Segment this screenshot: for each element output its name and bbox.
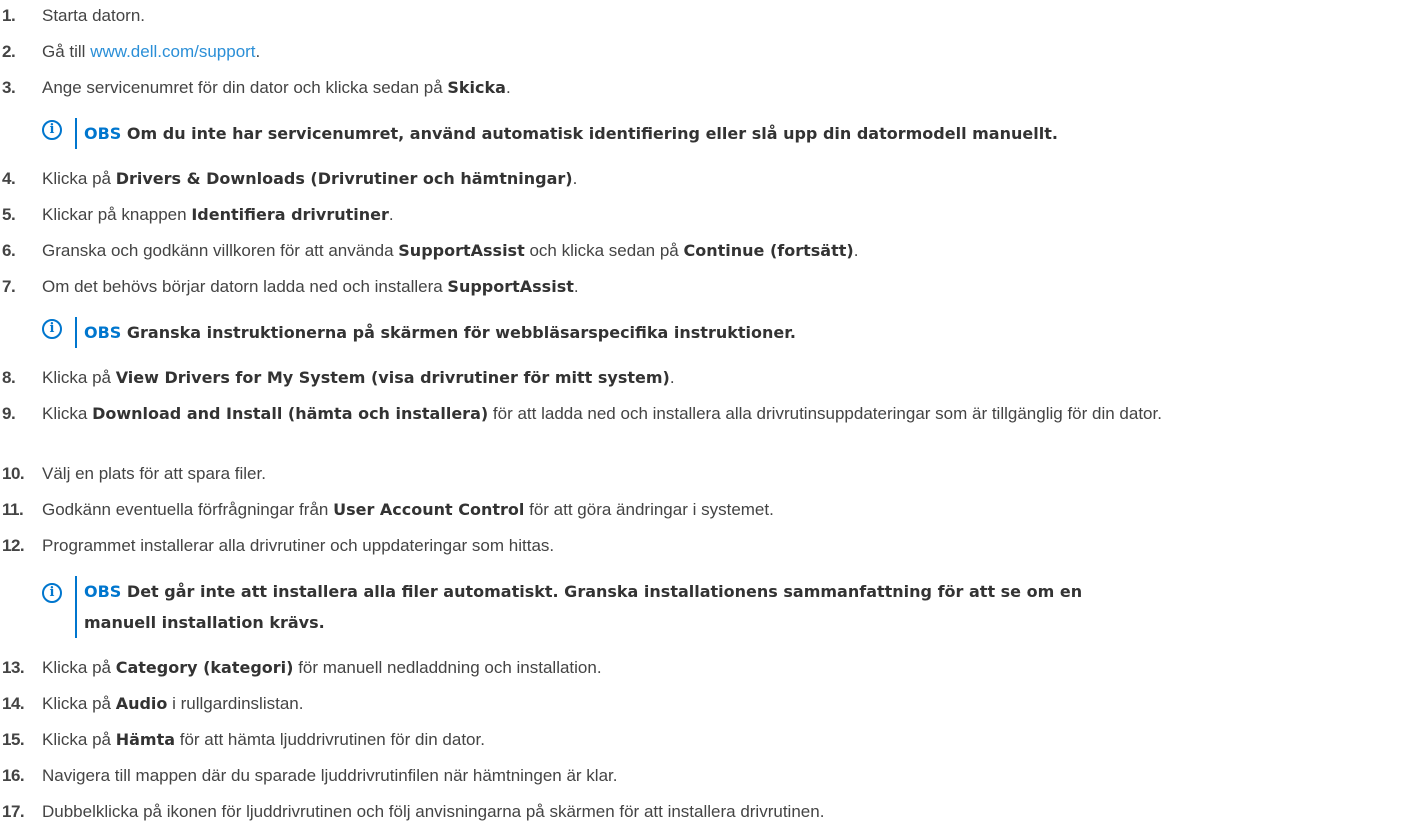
step-number: 3. bbox=[2, 78, 16, 97]
note-divider bbox=[75, 576, 77, 638]
note-browser-instructions: i OBS Granska instruktionerna på skärmen… bbox=[42, 317, 1392, 348]
step-number: 13. bbox=[2, 658, 25, 677]
step-text: Klicka Download and Install (hämta och i… bbox=[42, 404, 1162, 423]
note-text: OBS Granska instruktionerna på skärmen f… bbox=[84, 323, 796, 342]
step-text: Ange servicenumret för din dator och kli… bbox=[42, 78, 511, 97]
step-number: 4. bbox=[2, 169, 16, 188]
step-number: 7. bbox=[2, 277, 16, 296]
info-icon: i bbox=[42, 583, 62, 603]
step-number: 10. bbox=[2, 464, 25, 483]
dell-support-link[interactable]: www.dell.com/support bbox=[90, 42, 255, 61]
step-number: 8. bbox=[2, 368, 16, 387]
note-service-tag: i OBS Om du inte har servicenumret, anvä… bbox=[42, 118, 1392, 149]
step-number: 15. bbox=[2, 730, 25, 749]
step-text: Klicka på Drivers & Downloads (Drivrutin… bbox=[42, 169, 578, 188]
step-number: 6. bbox=[2, 241, 16, 260]
note-divider bbox=[75, 118, 77, 149]
step-text: Klickar på knappen Identifiera drivrutin… bbox=[42, 205, 394, 224]
note-text: OBS Om du inte har servicenumret, använd… bbox=[84, 124, 1058, 143]
step-number: 2. bbox=[2, 42, 16, 61]
step-text: Om det behövs börjar datorn ladda ned oc… bbox=[42, 277, 579, 296]
step-text: Granska och godkänn villkoren för att an… bbox=[42, 241, 859, 260]
step-text: Klicka på Category (kategori) för manuel… bbox=[42, 658, 602, 677]
step-text: Navigera till mappen där du sparade ljud… bbox=[42, 766, 618, 785]
step-text: Programmet installerar alla drivrutiner … bbox=[42, 536, 555, 555]
note-label: OBS bbox=[84, 124, 122, 143]
step-number: 14. bbox=[2, 694, 25, 713]
step-text: Gå till www.dell.com/support. bbox=[42, 42, 261, 61]
note-manual-install: i OBS Det går inte att installera alla f… bbox=[42, 576, 1392, 638]
note-divider bbox=[75, 317, 77, 348]
step-text: Starta datorn. bbox=[42, 6, 146, 25]
step-number: 5. bbox=[2, 205, 16, 224]
step-text: Klicka på Hämta för att hämta ljuddrivru… bbox=[42, 730, 485, 749]
info-icon: i bbox=[42, 319, 62, 339]
step-number: 9. bbox=[2, 404, 16, 423]
note-label: OBS bbox=[84, 323, 122, 342]
note-text: OBS Det går inte att installera alla fil… bbox=[84, 582, 1083, 632]
step-text: Klicka på Audio i rullgardinslistan. bbox=[42, 694, 304, 713]
step-number: 12. bbox=[2, 536, 25, 555]
step-number: 1. bbox=[2, 6, 16, 25]
info-icon: i bbox=[42, 120, 62, 140]
step-number: 17. bbox=[2, 802, 25, 821]
step-text: Dubbelklicka på ikonen för ljuddrivrutin… bbox=[42, 802, 825, 821]
note-label: OBS bbox=[84, 582, 122, 601]
step-text: Godkänn eventuella förfrågningar från Us… bbox=[42, 500, 774, 519]
step-number: 11. bbox=[2, 500, 24, 519]
step-text: Välj en plats för att spara filer. bbox=[42, 464, 266, 483]
step-text: Klicka på View Drivers for My System (vi… bbox=[42, 368, 675, 387]
driver-install-instructions: 1. Starta datorn. 2. Gå till www.dell.co… bbox=[0, 0, 1403, 836]
step-number: 16. bbox=[2, 766, 25, 785]
